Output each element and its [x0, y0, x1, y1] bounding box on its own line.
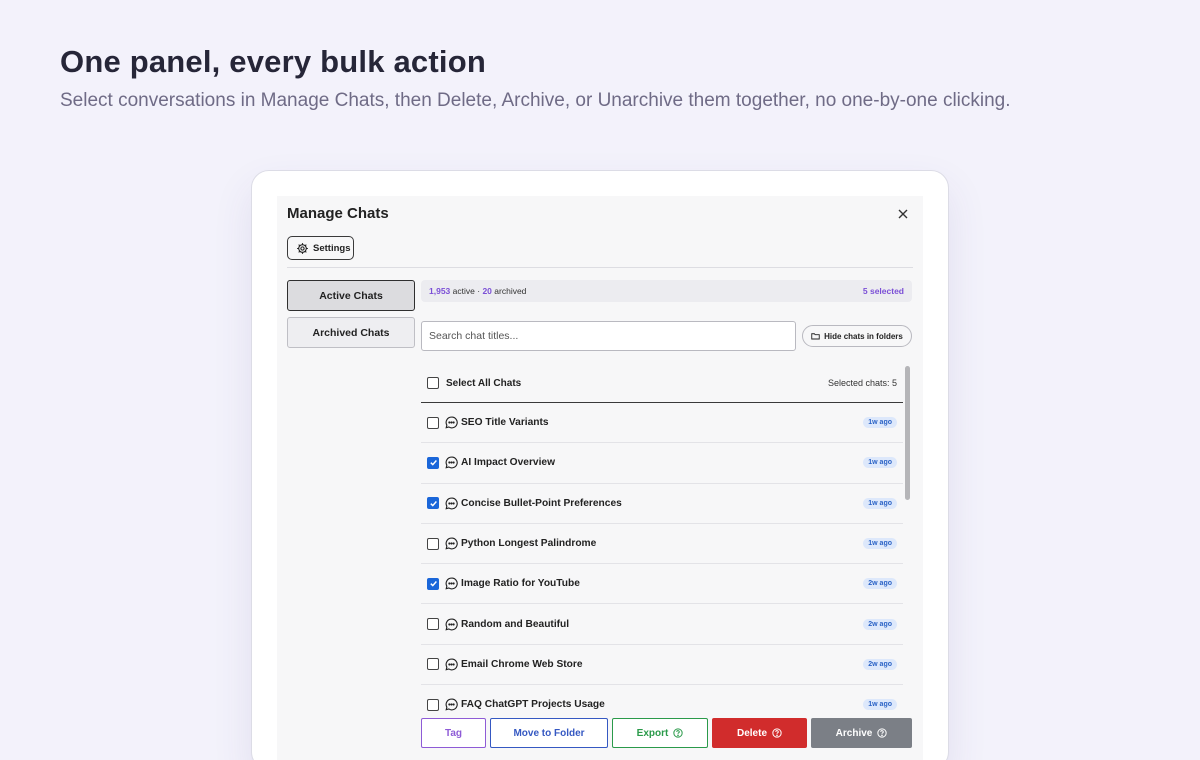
chat-list: Select All Chats Selected chats: 5 SEO T… [421, 364, 903, 724]
search-input[interactable] [421, 321, 796, 351]
tab-archived-chats[interactable]: Archived Chats [287, 317, 415, 348]
chat-row[interactable]: Random and Beautiful 2w ago [421, 604, 903, 645]
archive-label: Archive [835, 727, 873, 739]
divider [287, 267, 913, 268]
chat-checkbox[interactable] [427, 416, 439, 429]
hero-subtitle: Select conversations in Manage Chats, th… [60, 90, 1011, 111]
selected-chats-text: Selected chats: 5 [827, 378, 897, 388]
chat-checkbox[interactable] [427, 658, 439, 671]
time-badge: 1w ago [863, 457, 897, 469]
chat-checkbox[interactable] [427, 456, 439, 469]
stats-bar: 1,953 active · 20 archived 5 selected [421, 280, 912, 302]
close-button[interactable] [894, 205, 912, 223]
tag-label: Tag [444, 727, 463, 739]
chat-title: Email Chrome Web Store [461, 658, 583, 670]
folder-icon [811, 333, 820, 340]
tab-active-chats[interactable]: Active Chats [287, 280, 415, 311]
active-count: 1,953 [429, 286, 451, 296]
chat-counts: 1,953 active · 20 archived [429, 286, 526, 296]
chat-title: FAQ ChatGPT Projects Usage [461, 699, 605, 711]
select-all-row[interactable]: Select All Chats Selected chats: 5 [421, 364, 903, 403]
chat-row[interactable]: Concise Bullet-Point Preferences 1w ago [421, 484, 903, 524]
chat-checkbox[interactable] [427, 577, 439, 590]
chat-title: Image Ratio for YouTube [461, 578, 580, 590]
settings-button[interactable]: Settings [287, 236, 354, 260]
hide-folders-label: Hide chats in folders [824, 331, 903, 341]
archive-button[interactable]: Archive [811, 718, 912, 748]
chat-bubble-icon [445, 618, 458, 631]
chat-title: Concise Bullet-Point Preferences [461, 497, 622, 509]
chat-bubble-icon [445, 577, 458, 590]
close-icon [898, 209, 908, 219]
export-label: Export [636, 727, 669, 739]
select-all-checkbox[interactable] [427, 377, 439, 389]
help-icon [673, 728, 683, 738]
time-badge: 2w ago [863, 658, 897, 670]
chat-bubble-icon [445, 537, 458, 550]
time-badge: 2w ago [863, 578, 897, 590]
chat-checkbox[interactable] [427, 497, 439, 510]
chat-row[interactable]: SEO Title Variants 1w ago [421, 403, 903, 444]
chat-bubble-icon [445, 698, 458, 711]
archived-label: archived [494, 286, 527, 296]
chat-checkbox[interactable] [427, 698, 439, 711]
chat-row[interactable]: Python Longest Palindrome 1w ago [421, 524, 903, 565]
chat-row[interactable]: Email Chrome Web Store 2w ago [421, 645, 903, 686]
export-button[interactable]: Export [612, 718, 708, 748]
chat-bubble-icon [445, 497, 458, 510]
move-label: Move to Folder [513, 727, 585, 739]
time-badge: 1w ago [863, 497, 897, 509]
chat-checkbox[interactable] [427, 618, 439, 631]
bulk-actions-bar: Tag Move to Folder Export Delete Archive [421, 718, 913, 760]
chat-bubble-icon [445, 456, 458, 469]
help-icon [772, 728, 782, 738]
time-badge: 1w ago [863, 417, 897, 429]
chat-row[interactable]: Image Ratio for YouTube 2w ago [421, 564, 903, 605]
settings-label: Settings [313, 242, 351, 254]
chat-title: Random and Beautiful [461, 618, 570, 630]
archived-count: 20 [482, 286, 492, 296]
scrollbar[interactable] [905, 366, 910, 500]
time-badge: 2w ago [863, 618, 897, 630]
hero-title: One panel, every bulk action [60, 44, 486, 79]
chat-title: Python Longest Palindrome [461, 538, 597, 550]
manage-chats-panel: Manage Chats Settings Active Chats Archi… [277, 196, 923, 760]
panel-title: Manage Chats [287, 205, 389, 222]
selected-count: 5 selected [862, 286, 904, 296]
gear-icon [297, 242, 308, 254]
chat-title: AI Impact Overview [461, 457, 555, 469]
chat-title: SEO Title Variants [461, 417, 549, 429]
time-badge: 1w ago [863, 538, 897, 550]
chat-bubble-icon [445, 658, 458, 671]
delete-label: Delete [736, 727, 767, 739]
active-label: active · [452, 286, 481, 296]
tag-button[interactable]: Tag [421, 718, 486, 748]
chat-checkbox[interactable] [427, 537, 439, 550]
hide-folders-button[interactable]: Hide chats in folders [802, 325, 912, 347]
time-badge: 1w ago [863, 699, 897, 711]
help-icon [877, 728, 888, 738]
chat-bubble-icon [445, 416, 458, 429]
chat-row[interactable]: AI Impact Overview 1w ago [421, 443, 903, 484]
delete-button[interactable]: Delete [712, 718, 807, 748]
move-to-folder-button[interactable]: Move to Folder [490, 718, 608, 748]
select-all-label: Select All Chats [446, 377, 522, 389]
